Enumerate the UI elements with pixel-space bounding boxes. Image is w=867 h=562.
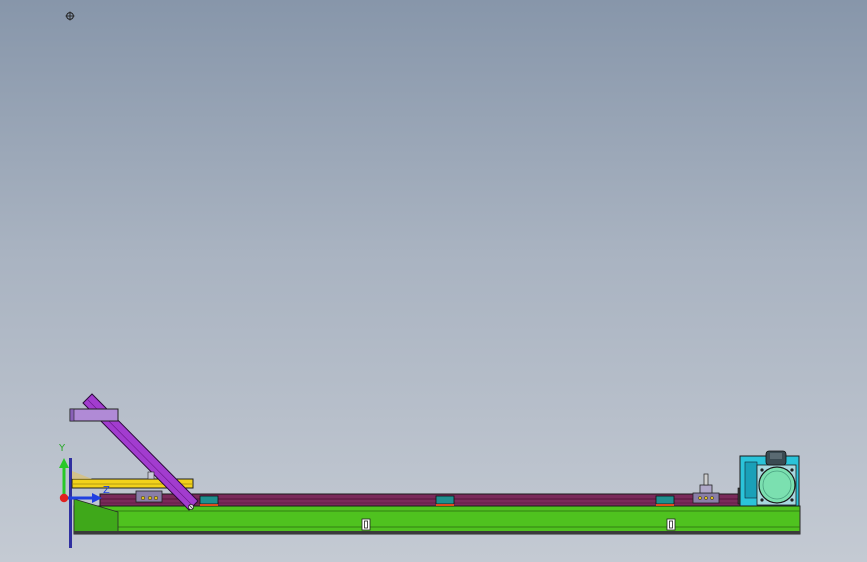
rail-block-2[interactable] [435, 495, 455, 506]
right-carriage-mount[interactable] [692, 473, 720, 504]
arm-end-fitting [188, 504, 194, 510]
plate-bracket [147, 471, 155, 480]
conveyor-model[interactable] [0, 0, 867, 562]
base-label-1 [361, 518, 371, 531]
rail-block-3[interactable] [655, 495, 675, 506]
rail-block-1[interactable] [199, 495, 219, 506]
triad-y-label: Y [59, 443, 66, 454]
base-label-2 [666, 518, 676, 531]
left-carriage-mount[interactable] [135, 490, 163, 503]
arm-top-bracket[interactable] [69, 408, 119, 422]
triad-z-label: Z [103, 485, 110, 496]
motor-assembly[interactable] [737, 450, 800, 507]
cad-viewport[interactable]: Y Z [0, 0, 867, 562]
left-post[interactable] [69, 458, 72, 548]
